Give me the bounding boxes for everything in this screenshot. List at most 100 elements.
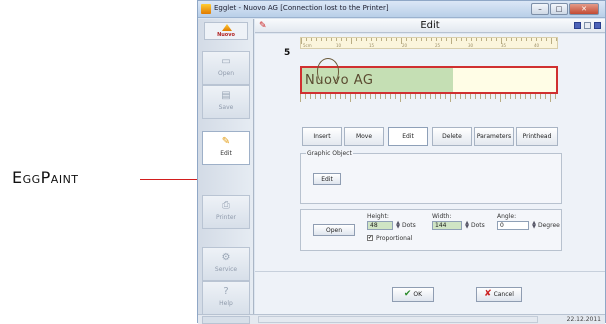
ruler-tick: [426, 38, 427, 41]
width-stepper[interactable]: ▲ ▼: [464, 221, 470, 230]
ruler-mark: 35: [501, 43, 507, 48]
ruler-tick: [486, 38, 487, 41]
ruler-tick: [555, 94, 556, 99]
ruler-tick: [376, 38, 377, 41]
ruler-tick: [405, 94, 406, 99]
close-button[interactable]: ✕: [569, 3, 599, 15]
edit-icon: ✎: [221, 136, 231, 147]
angle-input[interactable]: 0: [497, 221, 529, 230]
ruler-mark: 5cm: [303, 43, 312, 48]
cancel-button[interactable]: ✘ Cancel: [476, 287, 522, 302]
sidebar-item-open[interactable]: ▭ Open: [202, 51, 250, 85]
callout-label-text: EggPaint: [12, 168, 79, 187]
sidebar-item-label: Edit: [220, 150, 232, 157]
ruler-tick: [301, 38, 302, 44]
view-grid-icon[interactable]: [584, 22, 591, 29]
page-header: ✎ Edit: [255, 19, 605, 33]
sidebar-item-service[interactable]: ⚙ Service: [202, 247, 250, 281]
ruler-tick: [445, 94, 446, 99]
sidebar-item-printer[interactable]: ⎙ Printer: [202, 195, 250, 229]
ruler-tick: [520, 94, 521, 99]
row-number: 5: [284, 48, 291, 58]
label-canvas[interactable]: Nuovo AG: [300, 58, 558, 94]
ruler-tick: [425, 94, 426, 99]
ruler-tick: [545, 94, 546, 99]
graphic-params-group: Open Height: 48 ▲ ▼ Dots Width: 144 ▲ ▼ Do…: [300, 209, 562, 251]
minimize-button[interactable]: –: [531, 3, 549, 15]
ruler-tick: [420, 94, 421, 99]
angle-stepper[interactable]: ▲ ▼: [531, 221, 537, 230]
ruler-tick: [370, 94, 371, 99]
ruler-tick: [380, 94, 381, 99]
tab-parameters[interactable]: Parameters: [474, 127, 514, 146]
ruler-tick: [475, 94, 476, 99]
ruler-tick: [340, 94, 341, 99]
tab-edit[interactable]: Edit: [388, 127, 428, 146]
tab-delete[interactable]: Delete: [432, 127, 472, 146]
ruler-tick: [455, 94, 456, 99]
tab-printhead[interactable]: Printhead: [516, 127, 558, 146]
ruler-tick: [390, 94, 391, 99]
label-text: Nuovo AG: [305, 73, 374, 88]
ruler-mark: 25: [435, 43, 441, 48]
sidebar-item-edit[interactable]: ✎ Edit: [202, 131, 250, 165]
ruler-tick: [325, 94, 326, 99]
ruler-tick: [391, 38, 392, 41]
height-input[interactable]: 48: [367, 221, 393, 230]
ruler-tick: [460, 94, 461, 99]
width-input[interactable]: 144: [432, 221, 462, 230]
ruler-tick: [416, 38, 417, 41]
ruler-tick: [446, 38, 447, 41]
sidebar-item-help[interactable]: ? Help: [202, 281, 250, 315]
maximize-button[interactable]: □: [550, 3, 568, 15]
ruler-tick: [410, 94, 411, 99]
sidebar-item-label: Help: [219, 300, 233, 307]
ruler-tick: [360, 94, 361, 99]
logo-text: Nuovo: [217, 32, 235, 38]
tab-move[interactable]: Move: [344, 127, 384, 146]
folder-icon: ▭: [221, 56, 231, 67]
graphic-edit-button[interactable]: Edit: [313, 173, 341, 185]
sidebar-item-label: Save: [218, 104, 234, 111]
sidebar-item-save[interactable]: ▤ Save: [202, 85, 250, 119]
cross-icon: ✘: [484, 289, 492, 299]
ruler-tick: [450, 94, 451, 102]
ruler-tick: [395, 94, 396, 99]
ruler-tick: [525, 94, 526, 99]
ruler-tick: [375, 94, 376, 99]
sidebar-item-label: Open: [217, 70, 235, 77]
ruler-tick: [311, 38, 312, 41]
sidebar-item-label: Printer: [216, 214, 236, 221]
height-label: Height:: [367, 213, 389, 220]
height-stepper[interactable]: ▲ ▼: [395, 221, 401, 230]
width-unit: Dots: [471, 222, 485, 229]
ruler-tick: [480, 94, 481, 99]
ruler-tick: [495, 94, 496, 99]
footer-divider: [255, 271, 605, 272]
open-graphic-button[interactable]: Open: [313, 224, 355, 236]
ruler-tick: [415, 94, 416, 99]
tab-insert[interactable]: Insert: [302, 127, 342, 146]
ruler-tick: [321, 38, 322, 41]
ruler-tick: [331, 38, 332, 41]
ruler-mark: 10: [336, 43, 342, 48]
ok-label: OK: [413, 291, 423, 298]
checkmark-icon: ✔: [403, 289, 412, 299]
ok-button[interactable]: ✔ OK: [392, 287, 434, 302]
ruler-tick: [335, 94, 336, 99]
ruler-tick: [431, 38, 432, 41]
angle-unit: Degree: [538, 222, 560, 229]
ruler-tick: [485, 94, 486, 99]
printer-icon: ⎙: [222, 200, 230, 211]
ruler-tick: [515, 94, 516, 99]
ruler-tick: [421, 38, 422, 41]
ruler-tick: [345, 94, 346, 99]
height-unit: Dots: [402, 222, 416, 229]
ruler-tick: [386, 38, 387, 41]
ruler-mark: 15: [369, 43, 375, 48]
view-detail-icon[interactable]: [594, 22, 601, 29]
ruler-tick: [466, 38, 467, 41]
view-list-icon[interactable]: [574, 22, 581, 29]
ruler-tick: [506, 38, 507, 41]
proportional-checkbox[interactable]: ✔: [367, 235, 373, 241]
